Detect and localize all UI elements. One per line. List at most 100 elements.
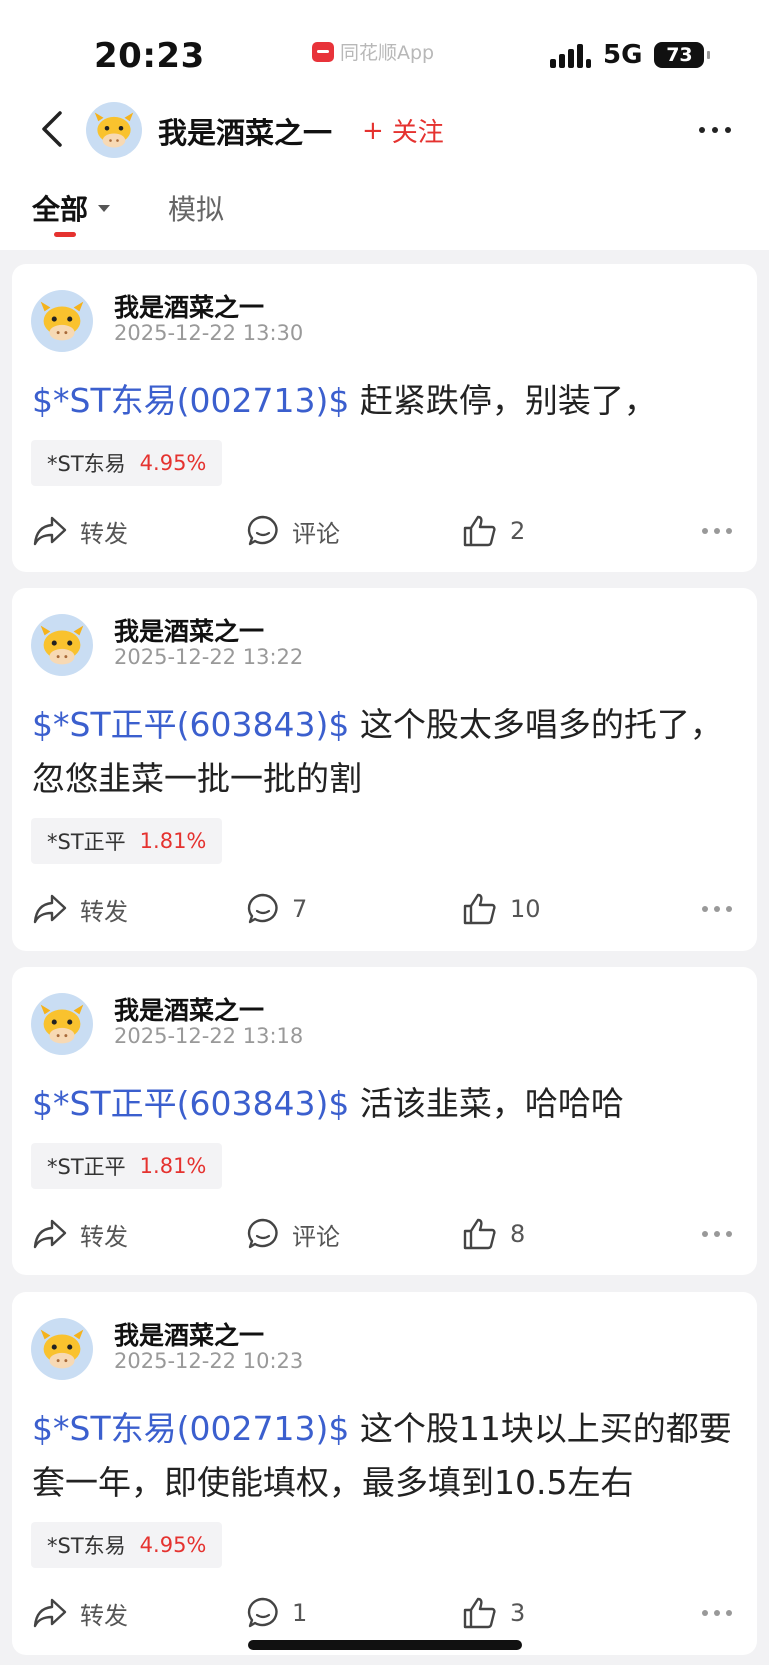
share-button[interactable]: 转发 [32,1212,128,1256]
post-card[interactable]: 我是酒菜之一 2025-12-22 13:30 $*ST东易(002713)$ … [12,264,757,572]
stock-tag-change: 4.95% [139,451,207,475]
dot-icon [725,127,731,133]
like-button[interactable]: 8 [462,1212,525,1256]
post-content[interactable]: $*ST东易(002713)$ 这个股11块以上买的都要套一年，即使能填权，最多… [32,1402,732,1510]
post-card[interactable]: 我是酒菜之一 2025-12-22 13:22 $*ST正平(603843)$ … [12,588,757,951]
post-card[interactable]: 我是酒菜之一 2025-12-22 13:18 $*ST正平(603843)$ … [12,967,757,1275]
post-author[interactable]: 我是酒菜之一 [114,612,264,648]
stock-tag[interactable]: *ST东易 4.95% [31,1522,223,1568]
post-actions: 转发 评论 8 [12,1212,757,1256]
post-author[interactable]: 我是酒菜之一 [114,288,264,324]
comment-button[interactable]: 1 [246,1591,307,1635]
avatar[interactable] [31,614,93,676]
tab-simulated[interactable]: 模拟 [168,188,224,228]
like-count: 10 [510,895,541,923]
stock-link[interactable]: $*ST正平(603843)$ [32,1084,349,1123]
network-label: 5G [603,40,643,70]
share-icon [33,1598,67,1628]
comment-count: 7 [292,895,308,923]
header-username: 我是酒菜之一 [158,116,333,150]
avatar[interactable] [31,290,93,352]
post-text: 活该韭菜，哈哈哈 [349,1084,624,1123]
dot-icon [702,528,708,534]
post-actions: 转发 评论 2 [12,509,757,553]
chevron-left-icon [42,111,62,147]
follow-label: 关注 [391,118,444,148]
like-button[interactable]: 3 [462,1591,525,1635]
comment-icon [247,515,278,546]
post-more-button[interactable] [702,1591,732,1635]
battery-level: 73 [666,44,693,66]
app-label-text: 同花顺App [340,42,435,64]
stock-link[interactable]: $*ST东易(002713)$ [32,1409,349,1448]
app-logo-icon [312,41,334,62]
dot-icon [702,1231,708,1237]
tab-all[interactable]: 全部 [32,188,111,228]
share-icon [33,516,67,546]
dot-icon [702,1610,708,1616]
like-button[interactable]: 10 [462,887,541,931]
dot-icon [726,1610,732,1616]
comment-icon [247,893,278,924]
post-card[interactable]: 我是酒菜之一 2025-12-22 10:23 $*ST东易(002713)$ … [12,1292,757,1655]
share-label: 转发 [80,1222,128,1251]
more-options-button[interactable] [690,112,740,148]
comment-button[interactable]: 评论 [246,509,340,553]
avatar[interactable] [31,1318,93,1380]
stock-tag-change: 1.81% [139,1154,207,1178]
stock-tag-change: 1.81% [139,829,207,853]
post-more-button[interactable] [702,509,732,553]
status-app-label[interactable]: 同花顺App [312,38,434,65]
stock-tag-name: *ST东易 [47,452,126,476]
status-time: 20:23 [94,36,205,76]
share-button[interactable]: 转发 [32,509,128,553]
plus-icon: + [362,115,384,146]
follow-button[interactable]: + 关注 [362,112,444,149]
share-button[interactable]: 转发 [32,887,128,931]
share-icon [33,1219,67,1249]
home-indicator[interactable] [248,1640,522,1650]
stock-tag[interactable]: *ST正平 1.81% [31,818,223,864]
share-label: 转发 [80,519,128,548]
post-more-button[interactable] [702,1212,732,1256]
post-content[interactable]: $*ST正平(603843)$ 这个股太多唱多的托了，忽悠韭菜一批一批的割 [32,698,732,806]
like-count: 2 [510,517,526,545]
stock-tag[interactable]: *ST正平 1.81% [31,1143,223,1189]
post-author[interactable]: 我是酒菜之一 [114,991,264,1027]
tab-all-label: 全部 [32,193,89,226]
avatar[interactable] [31,993,93,1055]
post-time: 2025-12-22 13:30 [114,321,304,345]
post-content[interactable]: $*ST正平(603843)$ 活该韭菜，哈哈哈 [32,1077,732,1131]
caret-down-icon [98,204,111,212]
thumbs-up-icon [463,893,496,925]
status-indicators: 5G 73 [550,40,711,70]
dot-icon [712,127,718,133]
thumbs-up-icon [463,1597,496,1629]
dot-icon [714,528,720,534]
like-count: 8 [510,1220,526,1248]
post-author[interactable]: 我是酒菜之一 [114,1316,264,1352]
comment-button[interactable]: 7 [246,887,307,931]
comment-icon [247,1218,278,1249]
stock-link[interactable]: $*ST正平(603843)$ [32,705,349,744]
post-actions: 转发 1 3 [12,1591,757,1635]
like-button[interactable]: 2 [462,509,525,553]
dot-icon [726,528,732,534]
share-button[interactable]: 转发 [32,1591,128,1635]
post-content[interactable]: $*ST东易(002713)$ 赶紧跌停，别装了， [32,374,732,428]
avatar[interactable] [86,102,142,158]
post-more-button[interactable] [702,887,732,931]
like-count: 3 [510,1599,526,1627]
stock-tag-name: *ST正平 [47,1155,126,1179]
post-time: 2025-12-22 13:18 [114,1024,304,1048]
post-actions: 转发 7 10 [12,887,757,931]
stock-link[interactable]: $*ST东易(002713)$ [32,381,349,420]
back-button[interactable] [32,104,72,154]
stock-tag[interactable]: *ST东易 4.95% [31,440,223,486]
thumbs-up-icon [463,515,496,547]
dot-icon [714,1610,720,1616]
comment-button[interactable]: 评论 [246,1212,340,1256]
comment-icon [247,1597,278,1628]
post-text: 赶紧跌停，别装了， [349,381,657,420]
signal-icon [550,42,591,68]
